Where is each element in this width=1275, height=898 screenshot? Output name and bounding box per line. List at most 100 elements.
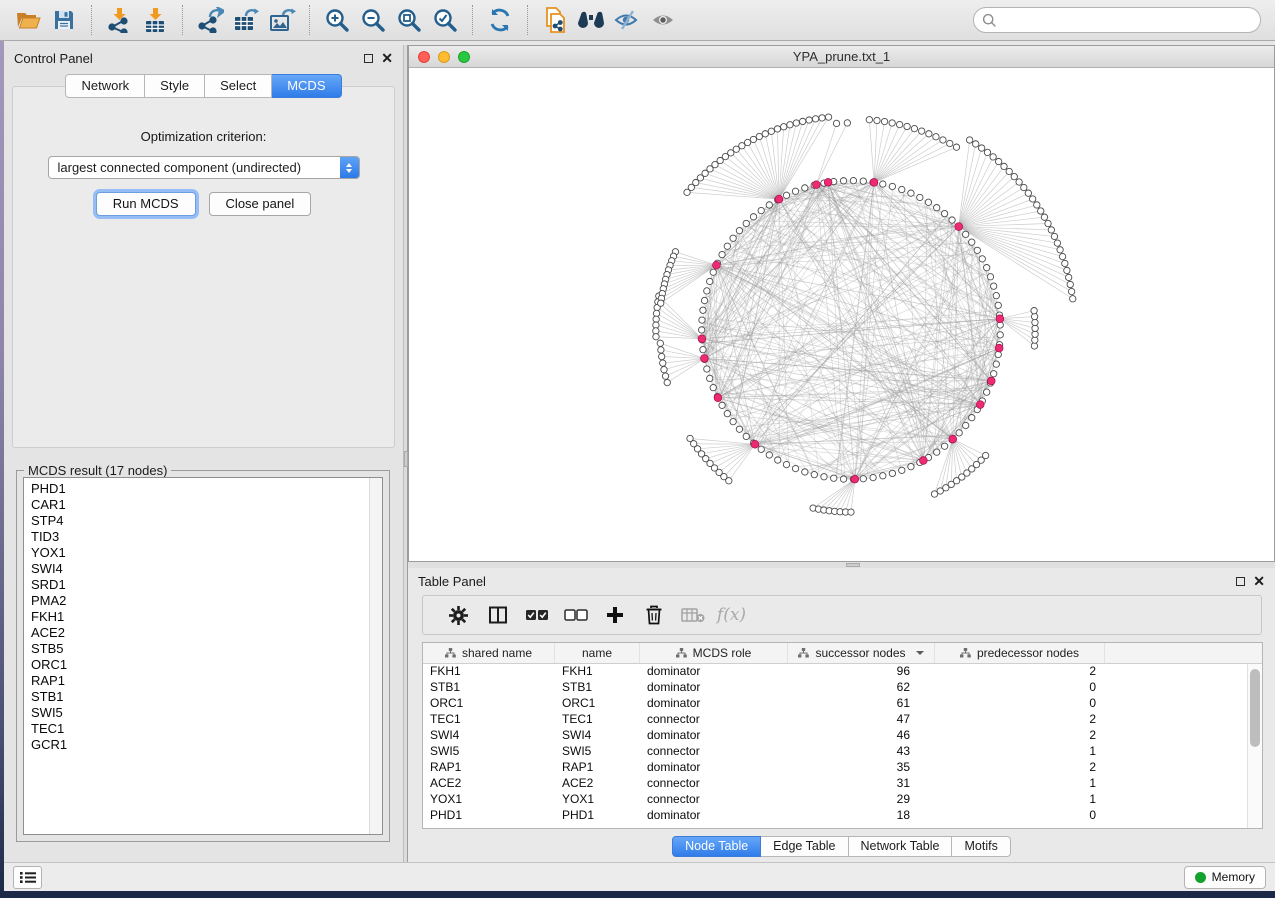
- table-row[interactable]: SWI4SWI4dominator462: [423, 728, 1247, 744]
- graph-node[interactable]: [710, 269, 716, 275]
- table-cell[interactable]: 31: [788, 776, 935, 792]
- graph-node[interactable]: [802, 185, 808, 191]
- graph-hub-node[interactable]: [714, 394, 722, 402]
- table-cell[interactable]: 1: [935, 776, 1105, 792]
- graph-node[interactable]: [1070, 296, 1076, 302]
- graph-node[interactable]: [700, 307, 706, 313]
- table-cell[interactable]: 47: [788, 712, 935, 728]
- graph-node[interactable]: [1062, 260, 1068, 266]
- mcds-result-item[interactable]: CAR1: [31, 497, 369, 513]
- graph-node[interactable]: [984, 149, 990, 155]
- network-search-field[interactable]: [973, 7, 1261, 33]
- table-row[interactable]: RAP1RAP1dominator352: [423, 760, 1247, 776]
- graph-node[interactable]: [1001, 163, 1007, 169]
- graph-hub-node[interactable]: [701, 355, 709, 363]
- graph-node[interactable]: [781, 124, 787, 130]
- import-table-button[interactable]: [137, 3, 173, 37]
- graph-node[interactable]: [1011, 173, 1017, 179]
- graph-node[interactable]: [866, 117, 872, 123]
- mcds-result-item[interactable]: YOX1: [31, 545, 369, 561]
- graph-node[interactable]: [698, 327, 704, 333]
- graph-node[interactable]: [983, 265, 989, 271]
- table-cell[interactable]: ORC1: [555, 696, 640, 712]
- float-panel-icon[interactable]: [364, 54, 373, 63]
- graph-node[interactable]: [1057, 247, 1063, 253]
- select-all-columns-button[interactable]: [517, 598, 556, 632]
- network-window-titlebar[interactable]: YPA_prune.txt_1: [409, 46, 1274, 68]
- graph-node[interactable]: [799, 118, 805, 124]
- graph-node[interactable]: [1059, 253, 1065, 259]
- graph-node[interactable]: [889, 120, 895, 126]
- graph-node[interactable]: [870, 474, 876, 480]
- graph-node[interactable]: [993, 292, 999, 298]
- table-cell[interactable]: dominator: [640, 696, 788, 712]
- graph-node[interactable]: [848, 509, 854, 515]
- graph-node[interactable]: [966, 137, 972, 143]
- graph-node[interactable]: [911, 125, 917, 131]
- graph-node[interactable]: [783, 192, 789, 198]
- table-row[interactable]: ORC1ORC1dominator610: [423, 696, 1247, 712]
- table-row[interactable]: SWI5SWI5connector431: [423, 744, 1247, 760]
- graph-node[interactable]: [833, 120, 839, 126]
- graph-node[interactable]: [766, 202, 772, 208]
- graph-node[interactable]: [880, 181, 886, 187]
- tab-edge-table[interactable]: Edge Table: [761, 836, 848, 857]
- mcds-result-item[interactable]: TEC1: [31, 721, 369, 737]
- close-panel-button[interactable]: Close panel: [209, 192, 312, 216]
- graph-node[interactable]: [821, 474, 827, 480]
- graph-node[interactable]: [1006, 168, 1012, 174]
- graph-node[interactable]: [1067, 281, 1073, 287]
- column-header-predecessor-nodes[interactable]: predecessor nodes: [935, 643, 1105, 663]
- graph-node[interactable]: [963, 422, 969, 428]
- add-column-button[interactable]: [595, 598, 634, 632]
- refresh-layout-button[interactable]: [482, 3, 518, 37]
- split-view-button[interactable]: [478, 598, 517, 632]
- graph-node[interactable]: [1051, 233, 1057, 239]
- table-row[interactable]: PHD1PHD1dominator180: [423, 808, 1247, 824]
- export-image-button[interactable]: [264, 3, 300, 37]
- graph-node[interactable]: [775, 457, 781, 463]
- table-cell[interactable]: ACE2: [555, 776, 640, 792]
- graph-node[interactable]: [825, 114, 831, 120]
- zoom-out-button[interactable]: [355, 3, 391, 37]
- tab-mcds[interactable]: MCDS: [272, 74, 341, 98]
- graph-node[interactable]: [766, 452, 772, 458]
- graph-node[interactable]: [991, 371, 997, 377]
- graph-node[interactable]: [908, 463, 914, 469]
- delete-column-button[interactable]: [634, 598, 673, 632]
- table-cell[interactable]: 0: [935, 696, 1105, 712]
- graph-node[interactable]: [1032, 337, 1038, 343]
- table-row[interactable]: TEC1TEC1connector472: [423, 712, 1247, 728]
- table-cell[interactable]: 0: [935, 808, 1105, 824]
- graph-node[interactable]: [941, 210, 947, 216]
- table-cell[interactable]: 96: [788, 664, 935, 680]
- graph-node[interactable]: [724, 243, 730, 249]
- graph-node[interactable]: [840, 476, 846, 482]
- graph-node[interactable]: [899, 186, 905, 192]
- graph-hub-node[interactable]: [698, 335, 706, 343]
- table-cell[interactable]: PHD1: [555, 808, 640, 824]
- table-cell[interactable]: 2: [935, 728, 1105, 744]
- network-search-input[interactable]: [997, 13, 1252, 27]
- graph-node[interactable]: [661, 366, 667, 372]
- graph-node[interactable]: [811, 471, 817, 477]
- graph-node[interactable]: [730, 418, 736, 424]
- tab-node-table[interactable]: Node Table: [672, 836, 761, 857]
- table-cell[interactable]: connector: [640, 776, 788, 792]
- mcds-result-item[interactable]: SRD1: [31, 577, 369, 593]
- graph-node[interactable]: [995, 302, 1001, 308]
- graph-node[interactable]: [1016, 179, 1022, 185]
- graph-node[interactable]: [750, 136, 756, 142]
- graph-node[interactable]: [1031, 307, 1037, 313]
- graph-node[interactable]: [658, 300, 664, 306]
- graph-node[interactable]: [756, 133, 762, 139]
- table-cell[interactable]: 2: [935, 760, 1105, 776]
- graph-node[interactable]: [819, 115, 825, 121]
- graph-node[interactable]: [657, 340, 663, 346]
- graph-hub-node[interactable]: [987, 377, 995, 385]
- table-cell[interactable]: SWI4: [423, 728, 555, 744]
- table-cell[interactable]: connector: [640, 792, 788, 808]
- mcds-result-item[interactable]: SWI5: [31, 705, 369, 721]
- table-scrollbar-thumb[interactable]: [1250, 669, 1260, 747]
- network-canvas[interactable]: [409, 68, 1274, 561]
